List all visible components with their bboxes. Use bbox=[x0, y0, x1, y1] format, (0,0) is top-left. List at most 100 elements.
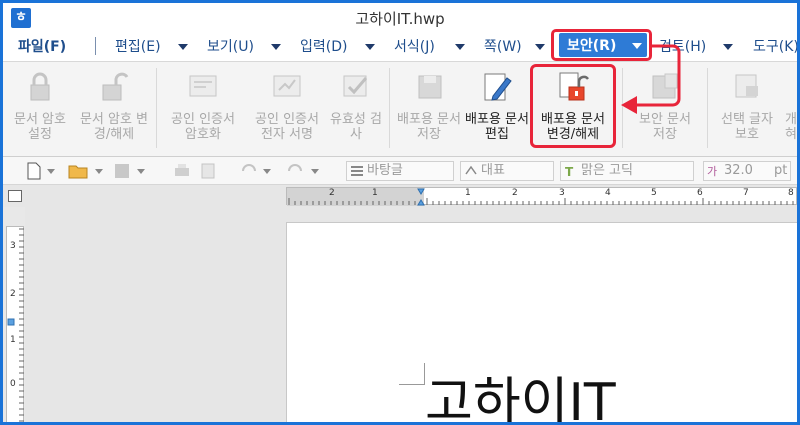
menu-tools[interactable]: 도구(K) bbox=[753, 36, 797, 56]
document-text[interactable]: 고하이IT bbox=[425, 373, 616, 422]
cert-sign-label: 공인 인증서 전자 서명 bbox=[255, 112, 319, 142]
cert-encrypt-button[interactable]: 공인 인증서 암호화 bbox=[163, 68, 243, 154]
menu-view-arrow-icon[interactable] bbox=[271, 44, 281, 50]
ribbon-separator bbox=[622, 68, 623, 148]
format-toolbar: 바탕글 대표 T 맑은 고딕 가 32.0 pt bbox=[3, 157, 797, 185]
v-tick-label: 3 bbox=[10, 241, 16, 251]
menu-edit-arrow-icon[interactable] bbox=[178, 44, 188, 50]
menu-view[interactable]: 보기(U) bbox=[207, 36, 254, 56]
select-protect-label: 선택 글자 보호 bbox=[721, 112, 773, 142]
svg-text:가: 가 bbox=[707, 165, 717, 178]
ribbon-separator bbox=[707, 68, 708, 148]
menu-page[interactable]: 쪽(W) bbox=[484, 36, 522, 56]
security-ribbon: 문서 암호 설정 문서 암호 변경/해제 공인 인증서 암호화 공인 인증서 전… bbox=[3, 61, 797, 157]
v-tick-label: 2 bbox=[10, 289, 16, 299]
ribbon-separator bbox=[156, 68, 157, 148]
h-tick-label: 8 bbox=[788, 188, 794, 198]
dist-save-button[interactable]: 배포용 문서 저장 bbox=[395, 68, 463, 154]
save-icon bbox=[418, 75, 442, 99]
save-arrow-icon[interactable] bbox=[137, 169, 145, 174]
undo-icon[interactable] bbox=[239, 161, 257, 181]
clipped-button[interactable]: 개 혀 bbox=[785, 68, 797, 154]
language-icon bbox=[465, 165, 477, 175]
validity-check-label: 유효성 검사 bbox=[330, 112, 382, 142]
check-icon bbox=[343, 75, 368, 97]
cert-sign-button[interactable]: 공인 인증서 전자 서명 bbox=[247, 68, 327, 154]
clipped-button-label: 개 혀 bbox=[785, 112, 797, 142]
new-document-icon[interactable] bbox=[25, 161, 43, 181]
doc-password-change-label: 문서 암호 변경/해제 bbox=[79, 112, 149, 142]
save-icon[interactable] bbox=[113, 161, 131, 181]
truetype-font-icon: T bbox=[565, 165, 574, 178]
menu-bar: 파일(F) 편집(E) 보기(U) 입력(D) 서식(J) 쪽(W) 보안(R)… bbox=[3, 31, 797, 61]
select-protect-button[interactable]: 선택 글자 보호 bbox=[715, 68, 779, 154]
h-tick-label: 7 bbox=[743, 188, 749, 198]
security-save-label: 보안 문서 저장 bbox=[639, 112, 691, 142]
menu-format-arrow-icon[interactable] bbox=[455, 44, 465, 50]
doc-password-set-label: 문서 암호 설정 bbox=[14, 112, 66, 142]
undo-arrow-icon[interactable] bbox=[263, 169, 271, 174]
security-save-icon bbox=[652, 73, 678, 99]
ribbon-separator bbox=[389, 68, 390, 148]
validity-check-button[interactable]: 유효성 검사 bbox=[329, 68, 383, 154]
print-icon[interactable] bbox=[173, 161, 191, 181]
title-bar: ㅎ 고하이IT.hwp bbox=[3, 3, 797, 31]
vertical-ruler-ticks bbox=[7, 228, 24, 422]
menu-input[interactable]: 입력(D) bbox=[300, 36, 347, 56]
redo-icon[interactable] bbox=[287, 161, 305, 181]
menu-review-arrow-icon[interactable] bbox=[723, 44, 733, 50]
app-window: ㅎ 고하이IT.hwp 파일(F) 편집(E) 보기(U) 입력(D) 서식(J… bbox=[0, 0, 800, 425]
certificate-sign-icon bbox=[273, 75, 301, 97]
style-value: 바탕글 bbox=[367, 163, 403, 178]
menu-file[interactable]: 파일(F) bbox=[18, 36, 66, 56]
page-margin-mark bbox=[399, 363, 425, 385]
h-tick-label: 6 bbox=[697, 188, 703, 198]
style-icon bbox=[351, 166, 363, 176]
font-combo[interactable]: T 맑은 고딕 bbox=[560, 161, 694, 181]
horizontal-ruler-ticks bbox=[287, 188, 794, 206]
certificate-icon bbox=[189, 75, 217, 97]
horizontal-ruler[interactable] bbox=[286, 187, 797, 206]
menu-review[interactable]: 검토(H) bbox=[659, 36, 706, 56]
v-tick-label: 1 bbox=[10, 335, 16, 345]
font-size-unit: pt bbox=[774, 163, 788, 178]
cert-encrypt-label: 공인 인증서 암호화 bbox=[171, 112, 235, 142]
representative-value: 대표 bbox=[481, 163, 505, 178]
h-tick-label: 1 bbox=[372, 188, 378, 198]
dist-change-highlight bbox=[530, 64, 616, 148]
h-tick-label: 1 bbox=[465, 188, 471, 198]
unlock-icon bbox=[102, 72, 129, 101]
dist-edit-button[interactable]: 배포용 문서 편집 bbox=[465, 68, 529, 154]
menu-page-arrow-icon[interactable] bbox=[535, 44, 545, 50]
font-value: 맑은 고딕 bbox=[581, 163, 633, 178]
h-tick-label: 4 bbox=[605, 188, 611, 198]
doc-password-set-button[interactable]: 문서 암호 설정 bbox=[7, 68, 73, 154]
vertical-ruler[interactable]: 3 2 1 0 bbox=[6, 226, 24, 422]
doc-password-change-button[interactable]: 문서 암호 변경/해제 bbox=[79, 68, 149, 154]
ruler-row: 2 1 1 2 3 4 5 6 7 8 bbox=[3, 185, 797, 207]
open-folder-icon[interactable] bbox=[67, 161, 89, 181]
security-save-button[interactable]: 보안 문서 저장 bbox=[631, 68, 699, 154]
dist-save-label: 배포용 문서 저장 bbox=[397, 112, 461, 142]
h-tick-label: 2 bbox=[512, 188, 518, 198]
new-arrow-icon[interactable] bbox=[47, 169, 55, 174]
menu-separator bbox=[95, 37, 96, 55]
h-tick-label: 3 bbox=[559, 188, 565, 198]
style-combo[interactable]: 바탕글 bbox=[346, 161, 454, 181]
representative-combo[interactable]: 대표 bbox=[460, 161, 554, 181]
open-arrow-icon[interactable] bbox=[95, 169, 103, 174]
svg-text:T: T bbox=[565, 165, 574, 178]
menu-input-arrow-icon[interactable] bbox=[365, 44, 375, 50]
security-menu-highlight bbox=[551, 29, 652, 61]
redo-arrow-icon[interactable] bbox=[311, 169, 319, 174]
ruler-corner-button[interactable] bbox=[8, 190, 22, 202]
preview-icon[interactable] bbox=[199, 161, 217, 181]
menu-format[interactable]: 서식(J) bbox=[394, 36, 435, 56]
menu-edit[interactable]: 편집(E) bbox=[115, 36, 161, 56]
h-tick-label: 2 bbox=[329, 188, 335, 198]
lock-icon bbox=[30, 72, 50, 101]
font-size-combo[interactable]: 가 32.0 pt bbox=[703, 161, 791, 181]
font-size-icon: 가 bbox=[707, 165, 717, 178]
window-title: 고하이IT.hwp bbox=[355, 10, 445, 28]
dist-edit-label: 배포용 문서 편집 bbox=[465, 112, 529, 142]
